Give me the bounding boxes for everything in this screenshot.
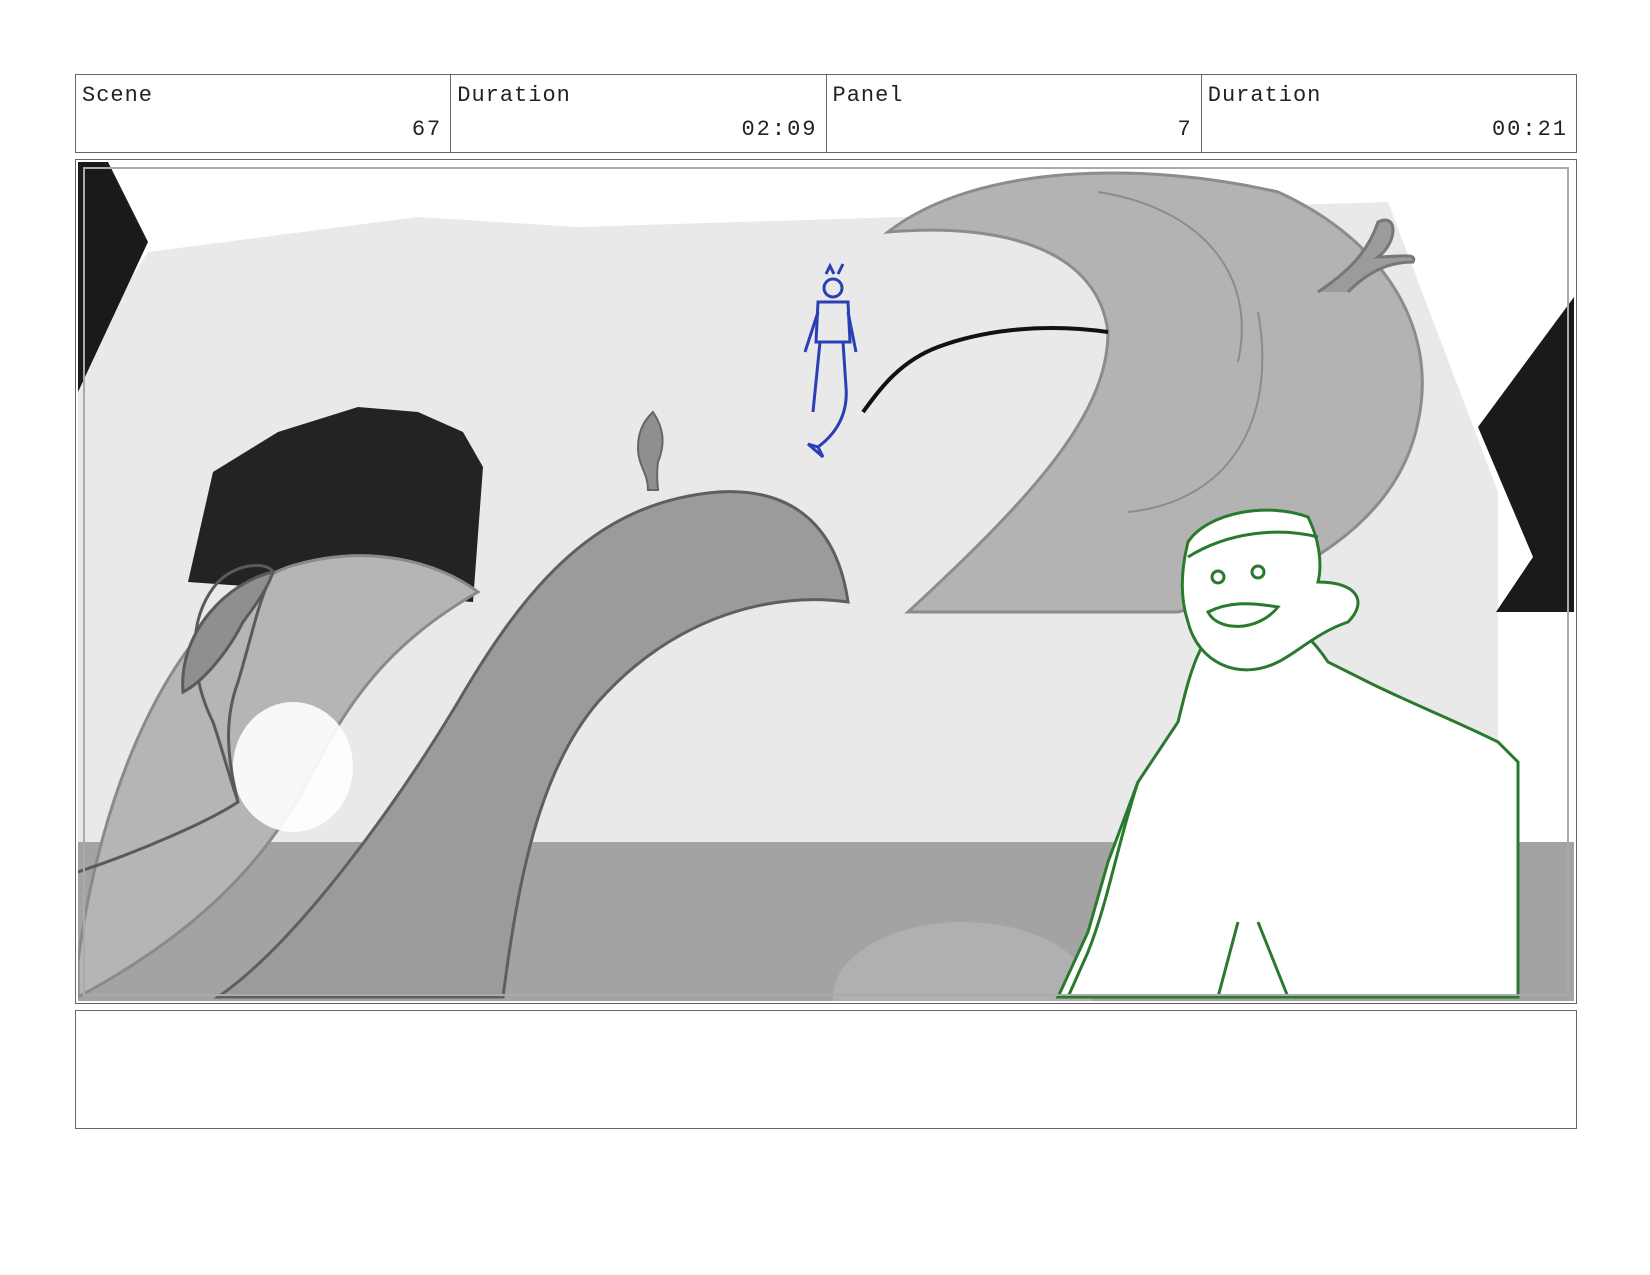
scene-value: 67 xyxy=(411,117,443,142)
storyboard-panel xyxy=(75,159,1577,1004)
panel-duration-label: Duration xyxy=(1207,83,1322,108)
panel-value: 7 xyxy=(1177,117,1193,142)
panel-notes-box xyxy=(75,1010,1577,1129)
panel-duration-cell: Duration 00:21 xyxy=(1202,75,1576,152)
panel-info-header: Scene 67 Duration 02:09 Panel 7 Duration… xyxy=(75,74,1577,153)
leaf-hole xyxy=(233,702,353,832)
scene-duration-cell: Duration 02:09 xyxy=(451,75,827,152)
scene-duration-label: Duration xyxy=(457,83,571,108)
storyboard-drawing xyxy=(78,162,1574,1001)
scene-cell: Scene 67 xyxy=(76,75,452,152)
scene-duration-value: 02:09 xyxy=(741,117,818,142)
panel-label: Panel xyxy=(832,83,904,108)
panel-cell: Panel 7 xyxy=(827,75,1202,152)
scene-label: Scene xyxy=(82,83,154,108)
panel-duration-value: 00:21 xyxy=(1491,117,1568,142)
